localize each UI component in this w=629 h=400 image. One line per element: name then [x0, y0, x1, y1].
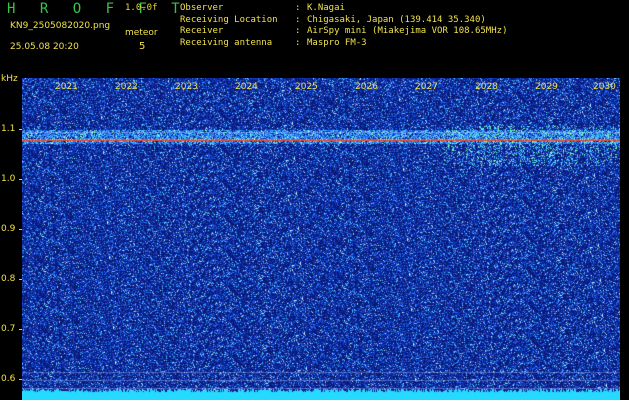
file-name: KN9_2505082020.png — [10, 21, 111, 31]
x-tick-label: 2021 — [55, 82, 78, 92]
spectrogram-canvas — [22, 78, 620, 400]
x-tick-label: 2029 — [535, 82, 558, 92]
x-tick-label: 2023 — [175, 82, 198, 92]
info-row-location: Receiving Location: Chigasaki, Japan (139… — [180, 15, 507, 27]
x-tick-label: 2025 — [295, 82, 318, 92]
info-key: Receiving Location — [180, 14, 278, 25]
spectrogram-plot — [22, 78, 620, 400]
x-tick-label: 2030 — [593, 82, 616, 92]
meteor-count: 5 — [139, 41, 146, 52]
y-tick-label: 1.1 — [1, 124, 16, 134]
y-tick-label: 0.8 — [1, 274, 16, 284]
info-key: Observer — [180, 3, 224, 13]
y-tick-label: 1.0 — [1, 174, 16, 184]
info-colon: : — [295, 26, 301, 36]
x-tick-label: 2028 — [475, 82, 498, 92]
y-tick-label: 0.6 — [1, 374, 16, 384]
y-tick-label: 0.9 — [1, 224, 16, 234]
app-version: 1.0.0f — [125, 3, 158, 13]
info-row-observer: Observer: K.Nagai — [180, 3, 507, 15]
station-info: Observer: K.Nagai Receiving Location: Chig… — [180, 3, 507, 49]
info-value: Maspro FM-3 — [307, 37, 367, 48]
info-colon: : — [295, 3, 301, 13]
app-brand: H R O F F T — [7, 1, 188, 17]
x-tick-label: 2024 — [235, 82, 258, 92]
y-axis-unit: kHz — [1, 74, 18, 84]
capture-datetime: 25.05.08 20:20 — [10, 42, 79, 52]
info-row-antenna: Receiving antenna: Maspro FM-3 — [180, 38, 507, 50]
info-value: K.Nagai — [307, 3, 345, 13]
x-tick-label: 2027 — [415, 82, 438, 92]
info-value: AirSpy mini (Miakejima VOR 108.65MHz) — [307, 26, 508, 36]
x-tick-label: 2026 — [355, 82, 378, 92]
info-row-receiver: Receiver: AirSpy mini (Miakejima VOR 108.… — [180, 26, 507, 38]
meteor-label: meteor — [125, 28, 158, 38]
info-key: Receiver — [180, 26, 224, 36]
y-tick-label: 0.7 — [1, 324, 16, 334]
info-key: Receiving antenna — [180, 37, 273, 48]
info-colon: : — [295, 14, 301, 25]
info-colon: : — [295, 37, 301, 48]
info-value: Chigasaki, Japan (139.414 35.340) — [307, 14, 486, 25]
header-panel: H R O F F T 1.0.0f KN9_2505082020.png me… — [0, 0, 629, 78]
x-tick-label: 2022 — [115, 82, 138, 92]
